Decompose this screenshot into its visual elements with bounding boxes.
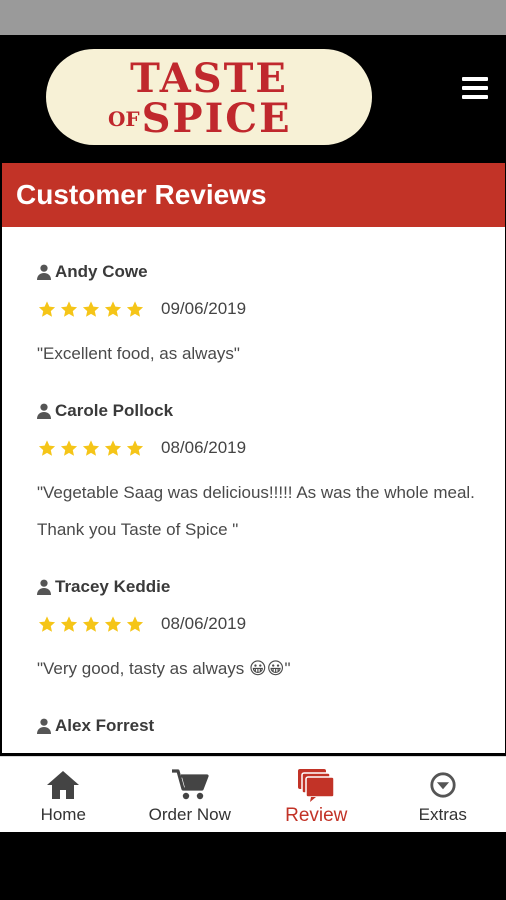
star-icon (37, 615, 57, 634)
review-date: 08/06/2019 (161, 438, 247, 457)
reviewer-name: Tracey Keddie (55, 577, 171, 596)
star-rating (37, 300, 147, 319)
review-text: "Vegetable Saag was delicious!!!!! As wa… (37, 483, 475, 539)
star-icon (59, 615, 79, 634)
taste-of-spice-logo[interactable]: TASTE OFSPICE (46, 49, 372, 145)
star-icon (103, 615, 123, 634)
logo-of: OF (108, 107, 140, 131)
nav-item-review[interactable]: Review (253, 757, 380, 832)
cart-icon (171, 767, 209, 803)
review-meta: 08/06/2019 (37, 428, 505, 468)
star-icon (125, 439, 145, 458)
user-icon (37, 579, 51, 595)
reviewer: Andy Cowe (37, 255, 505, 289)
review-text: "Excellent food, as always" (37, 344, 240, 363)
nav-item-home[interactable]: Home (0, 757, 127, 832)
review-item: Alex Forrest (37, 709, 505, 743)
star-icon (59, 439, 79, 458)
home-icon (45, 767, 81, 803)
user-icon (37, 403, 51, 419)
reviewer: Alex Forrest (37, 709, 505, 743)
star-icon (37, 300, 57, 319)
logo-line2: OFSPICE (108, 99, 292, 139)
page-title: Customer Reviews (16, 179, 267, 210)
reviewer: Tracey Keddie (37, 570, 505, 604)
nav-label: Review (285, 805, 348, 826)
reviewer-name: Andy Cowe (55, 262, 148, 281)
logo-spice: SPICE (141, 95, 292, 142)
reviewer-name: Alex Forrest (55, 716, 155, 735)
star-rating (37, 439, 147, 458)
star-icon (103, 300, 123, 319)
hamburger-menu-icon[interactable] (462, 77, 490, 103)
card-header: Customer Reviews (2, 163, 505, 227)
star-icon (81, 615, 101, 634)
user-icon (37, 718, 51, 734)
user-icon (37, 264, 51, 280)
review-list[interactable]: Andy Cowe 09/06/2019 "Excellent food, as a… (2, 227, 505, 743)
review-icon (297, 767, 335, 803)
star-icon (59, 300, 79, 319)
star-icon (103, 439, 123, 458)
reviewer-name: Carole Pollock (55, 401, 174, 420)
review-item: Carole Pollock 08/06/2019 "Vegetable Saag … (37, 394, 505, 548)
review-date: 08/06/2019 (161, 614, 247, 633)
star-rating (37, 615, 147, 634)
nav-label: Extras (418, 805, 467, 824)
review-item: Tracey Keddie 08/06/2019 "Very good, tasty… (37, 570, 505, 687)
review-item: Andy Cowe 09/06/2019 "Excellent food, as a… (37, 255, 505, 372)
review-date: 09/06/2019 (161, 299, 247, 318)
nav-label: Order Now (148, 805, 231, 824)
star-icon (37, 439, 57, 458)
reviewer: Carole Pollock (37, 394, 505, 428)
review-meta: 08/06/2019 (37, 604, 505, 644)
bottom-nav: Home Order Now Review Extras (0, 756, 506, 832)
nav-label: Home (40, 805, 86, 824)
nav-item-extras[interactable]: Extras (380, 757, 506, 832)
star-icon (125, 300, 145, 319)
review-meta: 09/06/2019 (37, 289, 505, 329)
nav-item-order-now[interactable]: Order Now (127, 757, 254, 832)
star-icon (81, 439, 101, 458)
star-icon (125, 615, 145, 634)
system-nav-area (0, 832, 506, 900)
app-header: TASTE OFSPICE (0, 35, 506, 161)
chevron-circle-down-icon (429, 767, 457, 803)
logo-line1: TASTE (130, 55, 288, 102)
reviews-card: Customer Reviews Andy Cowe 09/06/2019 "Exc… (2, 163, 505, 753)
status-bar (0, 0, 506, 35)
star-icon (81, 300, 101, 319)
review-text: "Very good, tasty as always 😀😀" (37, 659, 291, 678)
